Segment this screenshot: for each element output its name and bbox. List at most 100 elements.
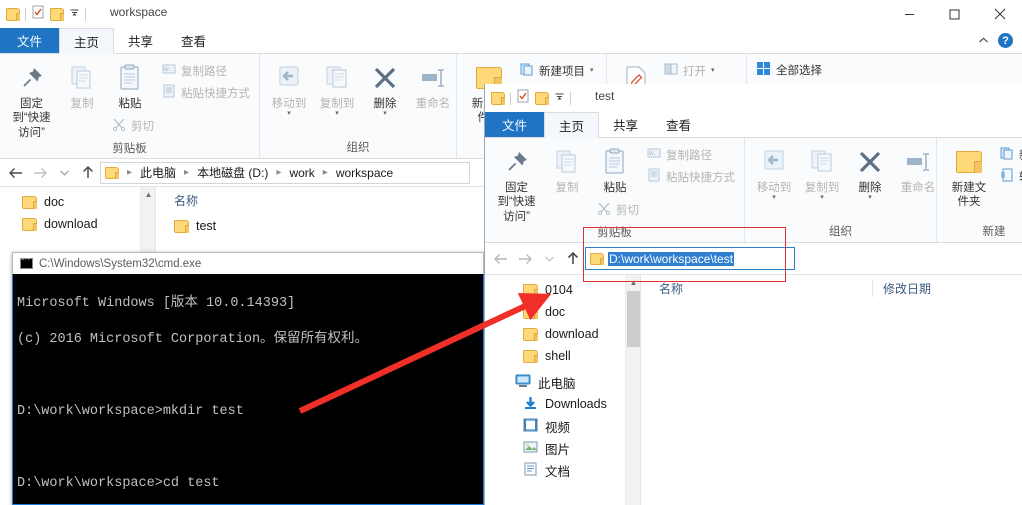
address-input[interactable]: D:\work\workspace\test bbox=[585, 247, 795, 270]
nav-item-documents[interactable]: 文档 bbox=[485, 459, 640, 481]
chevron-down-icon[interactable]: ▾ bbox=[590, 67, 594, 74]
chevron-down-icon[interactable]: ▾ bbox=[711, 67, 715, 74]
forward-arrow-icon[interactable] bbox=[28, 162, 52, 184]
rename-button[interactable]: 重命名 bbox=[894, 141, 942, 195]
window2-titlebar[interactable]: test bbox=[485, 84, 1022, 112]
chevron-down-icon[interactable]: ▾ bbox=[287, 110, 291, 117]
nav-item-downloads[interactable]: Downloads bbox=[485, 393, 640, 415]
tab-file[interactable]: 文件 bbox=[485, 112, 545, 137]
chevron-down-icon[interactable]: ▾ bbox=[868, 194, 872, 201]
copy-to-button[interactable]: 复制到 ▾ bbox=[313, 57, 361, 117]
close-icon[interactable] bbox=[977, 0, 1022, 28]
move-to-button[interactable]: 移动到 ▾ bbox=[750, 141, 798, 201]
easy-access-button[interactable]: 轻松 bbox=[996, 167, 1022, 186]
paste-button[interactable]: 粘贴 bbox=[106, 57, 154, 111]
tab-share[interactable]: 共享 bbox=[599, 112, 652, 137]
window2-address-bar[interactable]: D:\work\workspace\test bbox=[485, 243, 1022, 275]
new-item-button[interactable]: 新建项目 ▾ bbox=[516, 61, 598, 80]
delete-button[interactable]: 删除 ▾ bbox=[361, 57, 409, 117]
nav-item-pictures[interactable]: 图片 bbox=[485, 437, 640, 459]
paste-shortcut-button[interactable]: 粘贴快捷方式 bbox=[643, 167, 739, 186]
cmd-console-output[interactable]: Microsoft Windows [版本 10.0.14393] (c) 20… bbox=[12, 274, 484, 505]
nav-item-this-pc[interactable]: 此电脑 bbox=[485, 371, 640, 393]
move-to-button[interactable]: 移动到 ▾ bbox=[265, 57, 313, 117]
window2-tab-strip[interactable]: 文件 主页 共享 查看 bbox=[485, 112, 1022, 138]
breadcrumb-this-pc[interactable]: 此电脑 bbox=[140, 164, 176, 181]
cut-button[interactable]: 剪切 bbox=[108, 116, 158, 135]
forward-arrow-icon[interactable] bbox=[513, 248, 537, 270]
scrollbar-thumb[interactable] bbox=[627, 291, 640, 347]
pin-to-quick-access-button[interactable]: 固定到“快速访问” bbox=[490, 141, 543, 224]
column-header-modified[interactable]: 修改日期 bbox=[872, 279, 1022, 297]
open-button[interactable]: 打开 ▾ bbox=[660, 61, 719, 80]
folder-icon[interactable] bbox=[491, 91, 505, 105]
nav-item-shell[interactable]: shell bbox=[485, 345, 640, 367]
paste-button[interactable]: 粘贴 bbox=[591, 141, 639, 195]
properties-icon[interactable] bbox=[31, 5, 45, 24]
properties-icon[interactable] bbox=[516, 89, 530, 108]
delete-button[interactable]: 删除 ▾ bbox=[846, 141, 894, 201]
scroll-up-icon[interactable]: ▲ bbox=[141, 187, 155, 202]
recent-locations-chevron-down-icon[interactable] bbox=[52, 162, 76, 184]
tab-home[interactable]: 主页 bbox=[59, 28, 115, 54]
cmd-window[interactable]: C:\Windows\System32\cmd.exe Microsoft Wi… bbox=[12, 252, 484, 505]
chevron-down-icon[interactable]: ▾ bbox=[335, 110, 339, 117]
window2-navigation-pane[interactable]: 0104 doc download shell 此电脑 Downloads 视频… bbox=[485, 275, 640, 505]
chevron-down-icon[interactable]: ▾ bbox=[820, 194, 824, 201]
new-folder-button[interactable]: 新建文件夹 bbox=[942, 141, 996, 210]
scroll-up-icon[interactable]: ▲ bbox=[626, 275, 640, 290]
tab-share[interactable]: 共享 bbox=[114, 28, 167, 53]
window1-tab-strip[interactable]: 文件 主页 共享 查看 ? bbox=[0, 28, 1022, 54]
address-input-value[interactable]: D:\work\workspace\test bbox=[608, 251, 735, 266]
rename-button[interactable]: 重命名 bbox=[409, 57, 457, 111]
help-icon[interactable]: ? bbox=[998, 33, 1013, 48]
paste-shortcut-button[interactable]: 粘贴快捷方式 bbox=[158, 83, 254, 102]
window2-column-headers[interactable]: 名称 修改日期 bbox=[641, 275, 1022, 301]
column-header-name[interactable]: 名称 bbox=[641, 280, 872, 297]
nav-item-videos[interactable]: 视频 bbox=[485, 415, 640, 437]
customize-caret-icon[interactable] bbox=[69, 5, 80, 23]
cmd-titlebar[interactable]: C:\Windows\System32\cmd.exe bbox=[12, 252, 484, 274]
cut-button[interactable]: 剪切 bbox=[593, 200, 643, 219]
breadcrumb-workspace[interactable]: workspace bbox=[336, 166, 393, 180]
recent-locations-chevron-down-icon[interactable] bbox=[537, 248, 561, 270]
window1-quick-access-toolbar[interactable] bbox=[6, 4, 86, 24]
nav-item-0104[interactable]: 0104 bbox=[485, 279, 640, 301]
copy-button[interactable]: 复制 bbox=[543, 141, 591, 195]
window2-file-list[interactable]: 名称 修改日期 bbox=[640, 275, 1022, 505]
address-breadcrumb-box[interactable]: ▸ 此电脑 ▸ 本地磁盘 (D:) ▸ work ▸ workspace bbox=[100, 161, 470, 184]
window2-quick-access-toolbar[interactable] bbox=[491, 88, 571, 108]
back-arrow-icon[interactable] bbox=[489, 248, 513, 270]
chevron-down-icon[interactable]: ▾ bbox=[383, 110, 387, 117]
copy-button[interactable]: 复制 bbox=[58, 57, 106, 111]
pin-to-quick-access-button[interactable]: 固定到“快速访问” bbox=[5, 57, 58, 140]
window1-titlebar[interactable]: workspace bbox=[0, 0, 1022, 28]
maximize-icon[interactable] bbox=[932, 0, 977, 28]
tab-home[interactable]: 主页 bbox=[544, 112, 600, 138]
nav-item-doc[interactable]: doc bbox=[485, 301, 640, 323]
window1-tab-right-tools[interactable]: ? bbox=[978, 28, 1022, 53]
nav-item-doc[interactable]: doc bbox=[0, 191, 155, 213]
tab-view[interactable]: 查看 bbox=[652, 112, 705, 137]
copy-to-button[interactable]: 复制到 ▾ bbox=[798, 141, 846, 201]
tab-file[interactable]: 文件 bbox=[0, 28, 60, 53]
new-item-button[interactable]: 新建 bbox=[996, 145, 1022, 164]
nav-item-download[interactable]: download bbox=[485, 323, 640, 345]
window2-navpane-scrollbar[interactable]: ▲ bbox=[625, 275, 640, 505]
breadcrumb-local-disk-d[interactable]: 本地磁盘 (D:) bbox=[197, 164, 268, 181]
breadcrumb-work[interactable]: work bbox=[289, 166, 314, 180]
new-folder-icon[interactable] bbox=[535, 91, 549, 105]
minimize-icon[interactable] bbox=[887, 0, 932, 28]
nav-item-download[interactable]: download bbox=[0, 213, 155, 235]
up-arrow-icon[interactable] bbox=[561, 248, 585, 270]
folder-icon[interactable] bbox=[6, 7, 20, 21]
select-all-button[interactable]: 全部选择 bbox=[752, 60, 826, 80]
explorer-window-test[interactable]: test 文件 主页 共享 查看 固定到“快速访问” 复制 粘贴 W.. 复制路… bbox=[484, 84, 1022, 505]
new-folder-icon[interactable] bbox=[50, 7, 64, 21]
window2-ribbon[interactable]: 固定到“快速访问” 复制 粘贴 W.. 复制路径 粘贴快捷方式 剪切 剪贴板 移… bbox=[485, 138, 1022, 243]
chevron-down-icon[interactable]: ▾ bbox=[772, 194, 776, 201]
window1-controls[interactable] bbox=[887, 0, 1022, 28]
copy-path-button[interactable]: W.. 复制路径 bbox=[158, 61, 254, 80]
customize-caret-icon[interactable] bbox=[554, 89, 565, 107]
back-arrow-icon[interactable] bbox=[4, 162, 28, 184]
